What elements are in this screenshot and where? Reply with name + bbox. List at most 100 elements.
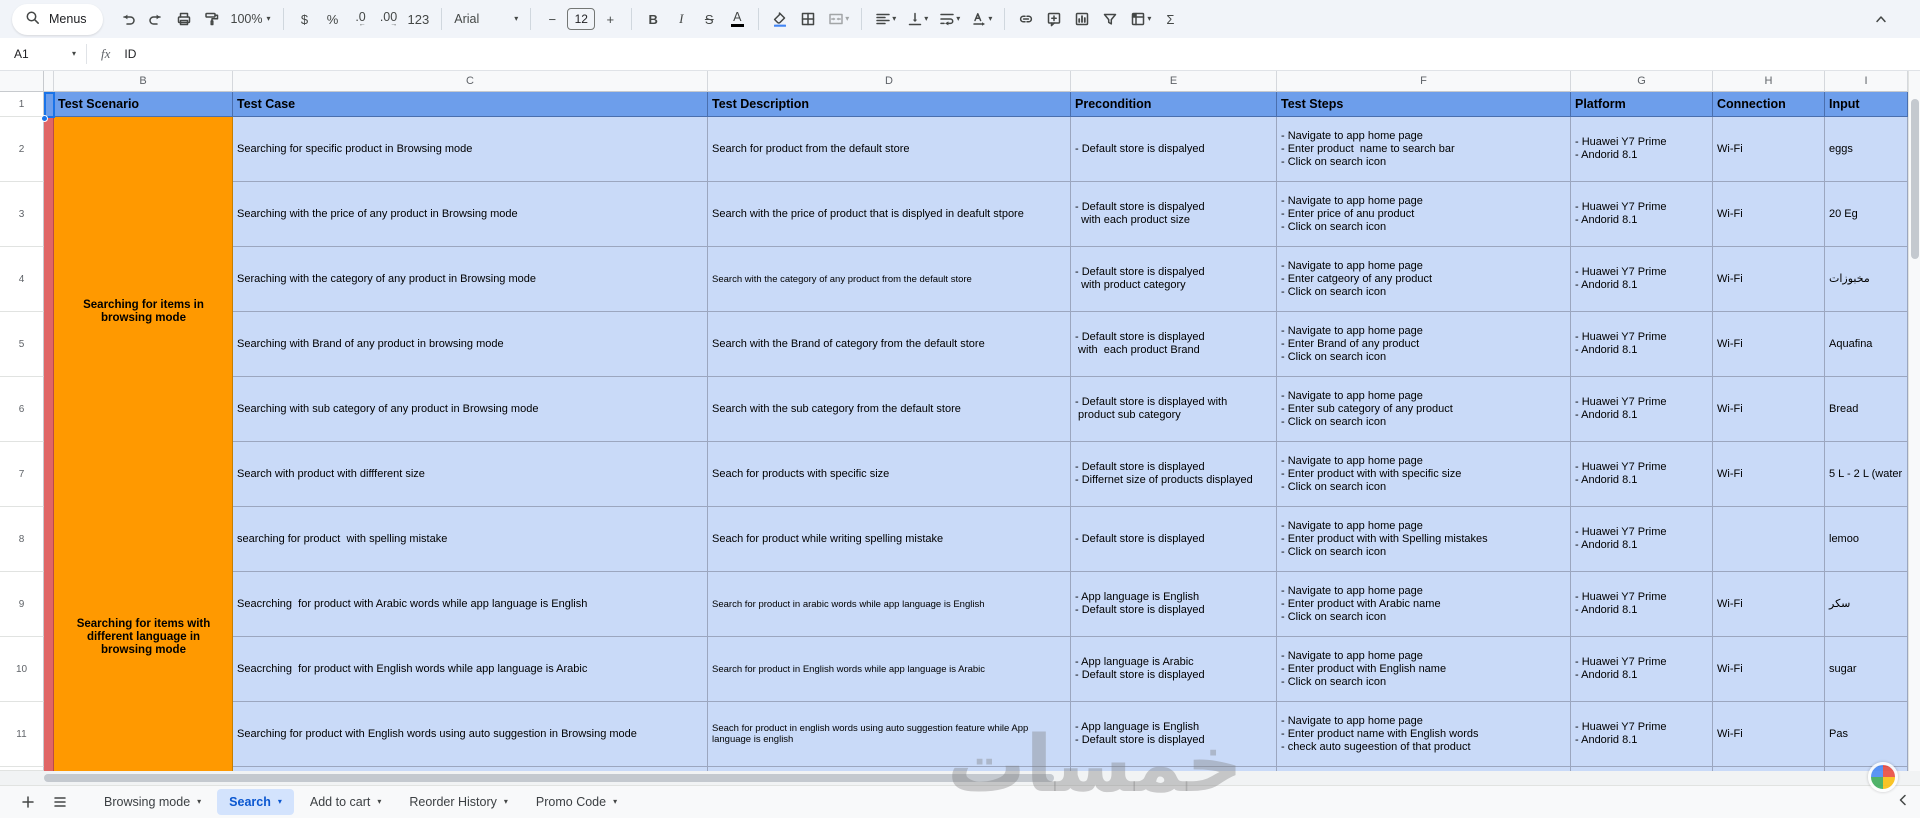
cell-precondition[interactable]: - App language is Arabic - Default store … bbox=[1071, 637, 1277, 702]
cell-platform[interactable]: - Huawei Y7 Prime - Andorid 8.1 bbox=[1571, 637, 1713, 702]
cell-test-case[interactable]: Seraching with the category of any produ… bbox=[233, 247, 708, 312]
cell-platform[interactable]: - Huawei Y7 Prime - Andorid 8.1 bbox=[1571, 182, 1713, 247]
insert-link-icon[interactable] bbox=[1013, 6, 1039, 32]
header-cell-D[interactable]: Test Description bbox=[708, 92, 1071, 117]
borders-icon[interactable] bbox=[795, 6, 821, 32]
cell-connection[interactable]: Wi-Fi bbox=[1713, 247, 1825, 312]
cell-connection[interactable]: Wi-Fi bbox=[1713, 572, 1825, 637]
cell-test-case[interactable]: searching for product with spelling mist… bbox=[233, 507, 708, 572]
row-number[interactable]: 8 bbox=[0, 507, 44, 572]
cell-A[interactable] bbox=[44, 247, 54, 312]
column-header-D[interactable]: D bbox=[708, 71, 1071, 92]
insert-chart-icon[interactable] bbox=[1069, 6, 1095, 32]
hide-menus-icon[interactable] bbox=[1868, 6, 1894, 32]
cell-connection[interactable]: Wi-Fi bbox=[1713, 442, 1825, 507]
cell-A[interactable] bbox=[44, 572, 54, 637]
insert-comment-icon[interactable] bbox=[1041, 6, 1067, 32]
cell-precondition[interactable]: - Default store is displayed bbox=[1071, 507, 1277, 572]
format-percent-button[interactable]: % bbox=[320, 6, 346, 32]
column-header-A[interactable] bbox=[44, 71, 54, 92]
header-cell-F[interactable]: Test Steps bbox=[1277, 92, 1571, 117]
column-header-I[interactable]: I bbox=[1825, 71, 1908, 92]
cell-test-case[interactable]: Searching with Brand of any product in b… bbox=[233, 312, 708, 377]
bold-button[interactable]: B bbox=[640, 6, 666, 32]
cell-test-steps[interactable]: - Navigate to app home page - Enter produ… bbox=[1277, 702, 1571, 767]
cell-test-description[interactable]: Search with the Brand of category from t… bbox=[708, 312, 1071, 377]
sheet-tab-add-to-cart[interactable]: Add to cart ▾ bbox=[298, 789, 393, 815]
cell-test-case[interactable]: Searching with the price of any product … bbox=[233, 182, 708, 247]
horizontal-align-icon[interactable]: ▾ bbox=[870, 6, 900, 32]
row-number[interactable]: 3 bbox=[0, 182, 44, 247]
header-cell-C[interactable]: Test Case bbox=[233, 92, 708, 117]
cell-test-steps[interactable]: - Navigate to app home page - Enter sub c… bbox=[1277, 377, 1571, 442]
scenario-group-label[interactable]: Searching for items with different langu… bbox=[54, 507, 233, 767]
column-header-G[interactable]: G bbox=[1571, 71, 1713, 92]
vertical-scrollbar-thumb[interactable] bbox=[1911, 99, 1919, 259]
cell-test-steps[interactable]: - Navigate to app home page - Enter price… bbox=[1277, 182, 1571, 247]
select-all-corner[interactable] bbox=[0, 71, 44, 92]
horizontal-scrollbar-thumb[interactable] bbox=[44, 774, 1054, 782]
decrease-decimal-icon[interactable]: .0 ← bbox=[348, 6, 374, 32]
format-currency-button[interactable]: $ bbox=[292, 6, 318, 32]
print-icon[interactable] bbox=[171, 6, 197, 32]
row-number[interactable]: 1 bbox=[0, 92, 44, 117]
row-number[interactable]: 6 bbox=[0, 377, 44, 442]
cell-test-steps[interactable]: - Navigate to app home page - Enter produ… bbox=[1277, 442, 1571, 507]
column-header-F[interactable]: F bbox=[1277, 71, 1571, 92]
font-size-input[interactable]: 12 bbox=[567, 8, 596, 30]
header-cell-G[interactable]: Platform bbox=[1571, 92, 1713, 117]
cell-connection[interactable]: Wi-Fi bbox=[1713, 702, 1825, 767]
row-number[interactable]: 4 bbox=[0, 247, 44, 312]
cell-platform[interactable]: - Huawei Y7 Prime - Andorid 8.1 bbox=[1571, 377, 1713, 442]
header-cell-B[interactable]: Test Scenario bbox=[54, 92, 233, 117]
undo-icon[interactable] bbox=[115, 6, 141, 32]
cell-A[interactable] bbox=[44, 377, 54, 442]
row-number[interactable]: 2 bbox=[0, 117, 44, 182]
cell-test-steps[interactable]: - Navigate to app home page - Enter produ… bbox=[1277, 637, 1571, 702]
cell-test-case[interactable]: Search with product with diffferent size bbox=[233, 442, 708, 507]
name-box[interactable]: A1 ▾ bbox=[0, 47, 86, 61]
cell-test-description[interactable]: Search for product in English words whil… bbox=[708, 637, 1071, 702]
cell-test-steps[interactable]: - Navigate to app home page - Enter produ… bbox=[1277, 507, 1571, 572]
row-number[interactable]: 7 bbox=[0, 442, 44, 507]
text-rotation-icon[interactable]: ▾ bbox=[966, 6, 996, 32]
cell-test-steps[interactable]: - Navigate to app home page - Enter produ… bbox=[1277, 572, 1571, 637]
sheet-tab-promo-code[interactable]: Promo Code ▾ bbox=[524, 789, 629, 815]
row-number[interactable]: 10 bbox=[0, 637, 44, 702]
sheet-tab-reorder-history[interactable]: Reorder History ▾ bbox=[397, 789, 520, 815]
zoom-selector[interactable]: 100% ▾ bbox=[227, 6, 275, 32]
cell-connection[interactable]: Wi-Fi bbox=[1713, 637, 1825, 702]
vertical-align-icon[interactable]: ▾ bbox=[902, 6, 932, 32]
sheet-tab-search[interactable]: Search ▾ bbox=[217, 789, 294, 815]
merge-cells-icon[interactable]: ▾ bbox=[823, 6, 853, 32]
more-formats-button[interactable]: 123 bbox=[404, 6, 434, 32]
cell-precondition[interactable]: - Default store is dispalyed bbox=[1071, 117, 1277, 182]
sheet-tab-browsing-mode[interactable]: Browsing mode ▾ bbox=[92, 789, 213, 815]
cell-A[interactable] bbox=[44, 117, 54, 182]
cell-platform[interactable]: - Huawei Y7 Prime - Andorid 8.1 bbox=[1571, 572, 1713, 637]
cell-test-case[interactable]: Searching with sub category of any produ… bbox=[233, 377, 708, 442]
cell-test-steps[interactable]: - Navigate to app home page - Enter catge… bbox=[1277, 247, 1571, 312]
italic-button[interactable]: I bbox=[668, 6, 694, 32]
row-number[interactable]: 11 bbox=[0, 702, 44, 767]
text-color-icon[interactable]: A bbox=[724, 6, 750, 32]
cell-test-steps[interactable]: - Navigate to app home page - Enter produ… bbox=[1277, 117, 1571, 182]
paint-format-icon[interactable] bbox=[199, 6, 225, 32]
row-number[interactable]: 5 bbox=[0, 312, 44, 377]
horizontal-scrollbar[interactable] bbox=[0, 771, 1920, 785]
cell-test-case[interactable]: Searching for product with English words… bbox=[233, 702, 708, 767]
scroll-tabs-left-icon[interactable] bbox=[1894, 791, 1912, 814]
increase-font-size-button[interactable]: + bbox=[597, 6, 623, 32]
cell-precondition[interactable]: - Default store is dispalyed with produc… bbox=[1071, 247, 1277, 312]
functions-button[interactable]: Σ bbox=[1157, 6, 1183, 32]
cell-platform[interactable]: - Huawei Y7 Prime - Andorid 8.1 bbox=[1571, 312, 1713, 377]
cell-connection[interactable]: Wi-Fi bbox=[1713, 117, 1825, 182]
cell-test-description[interactable]: Search with the category of any product … bbox=[708, 247, 1071, 312]
column-header-C[interactable]: C bbox=[233, 71, 708, 92]
cell-A[interactable] bbox=[44, 312, 54, 377]
cell-precondition[interactable]: - Default store is displayed with produc… bbox=[1071, 377, 1277, 442]
cell-A[interactable] bbox=[44, 442, 54, 507]
cell-test-description[interactable]: Search with the price of product that is… bbox=[708, 182, 1071, 247]
column-header-H[interactable]: H bbox=[1713, 71, 1825, 92]
scenario-group-label[interactable]: Searching for items in browsing mode bbox=[54, 117, 233, 507]
